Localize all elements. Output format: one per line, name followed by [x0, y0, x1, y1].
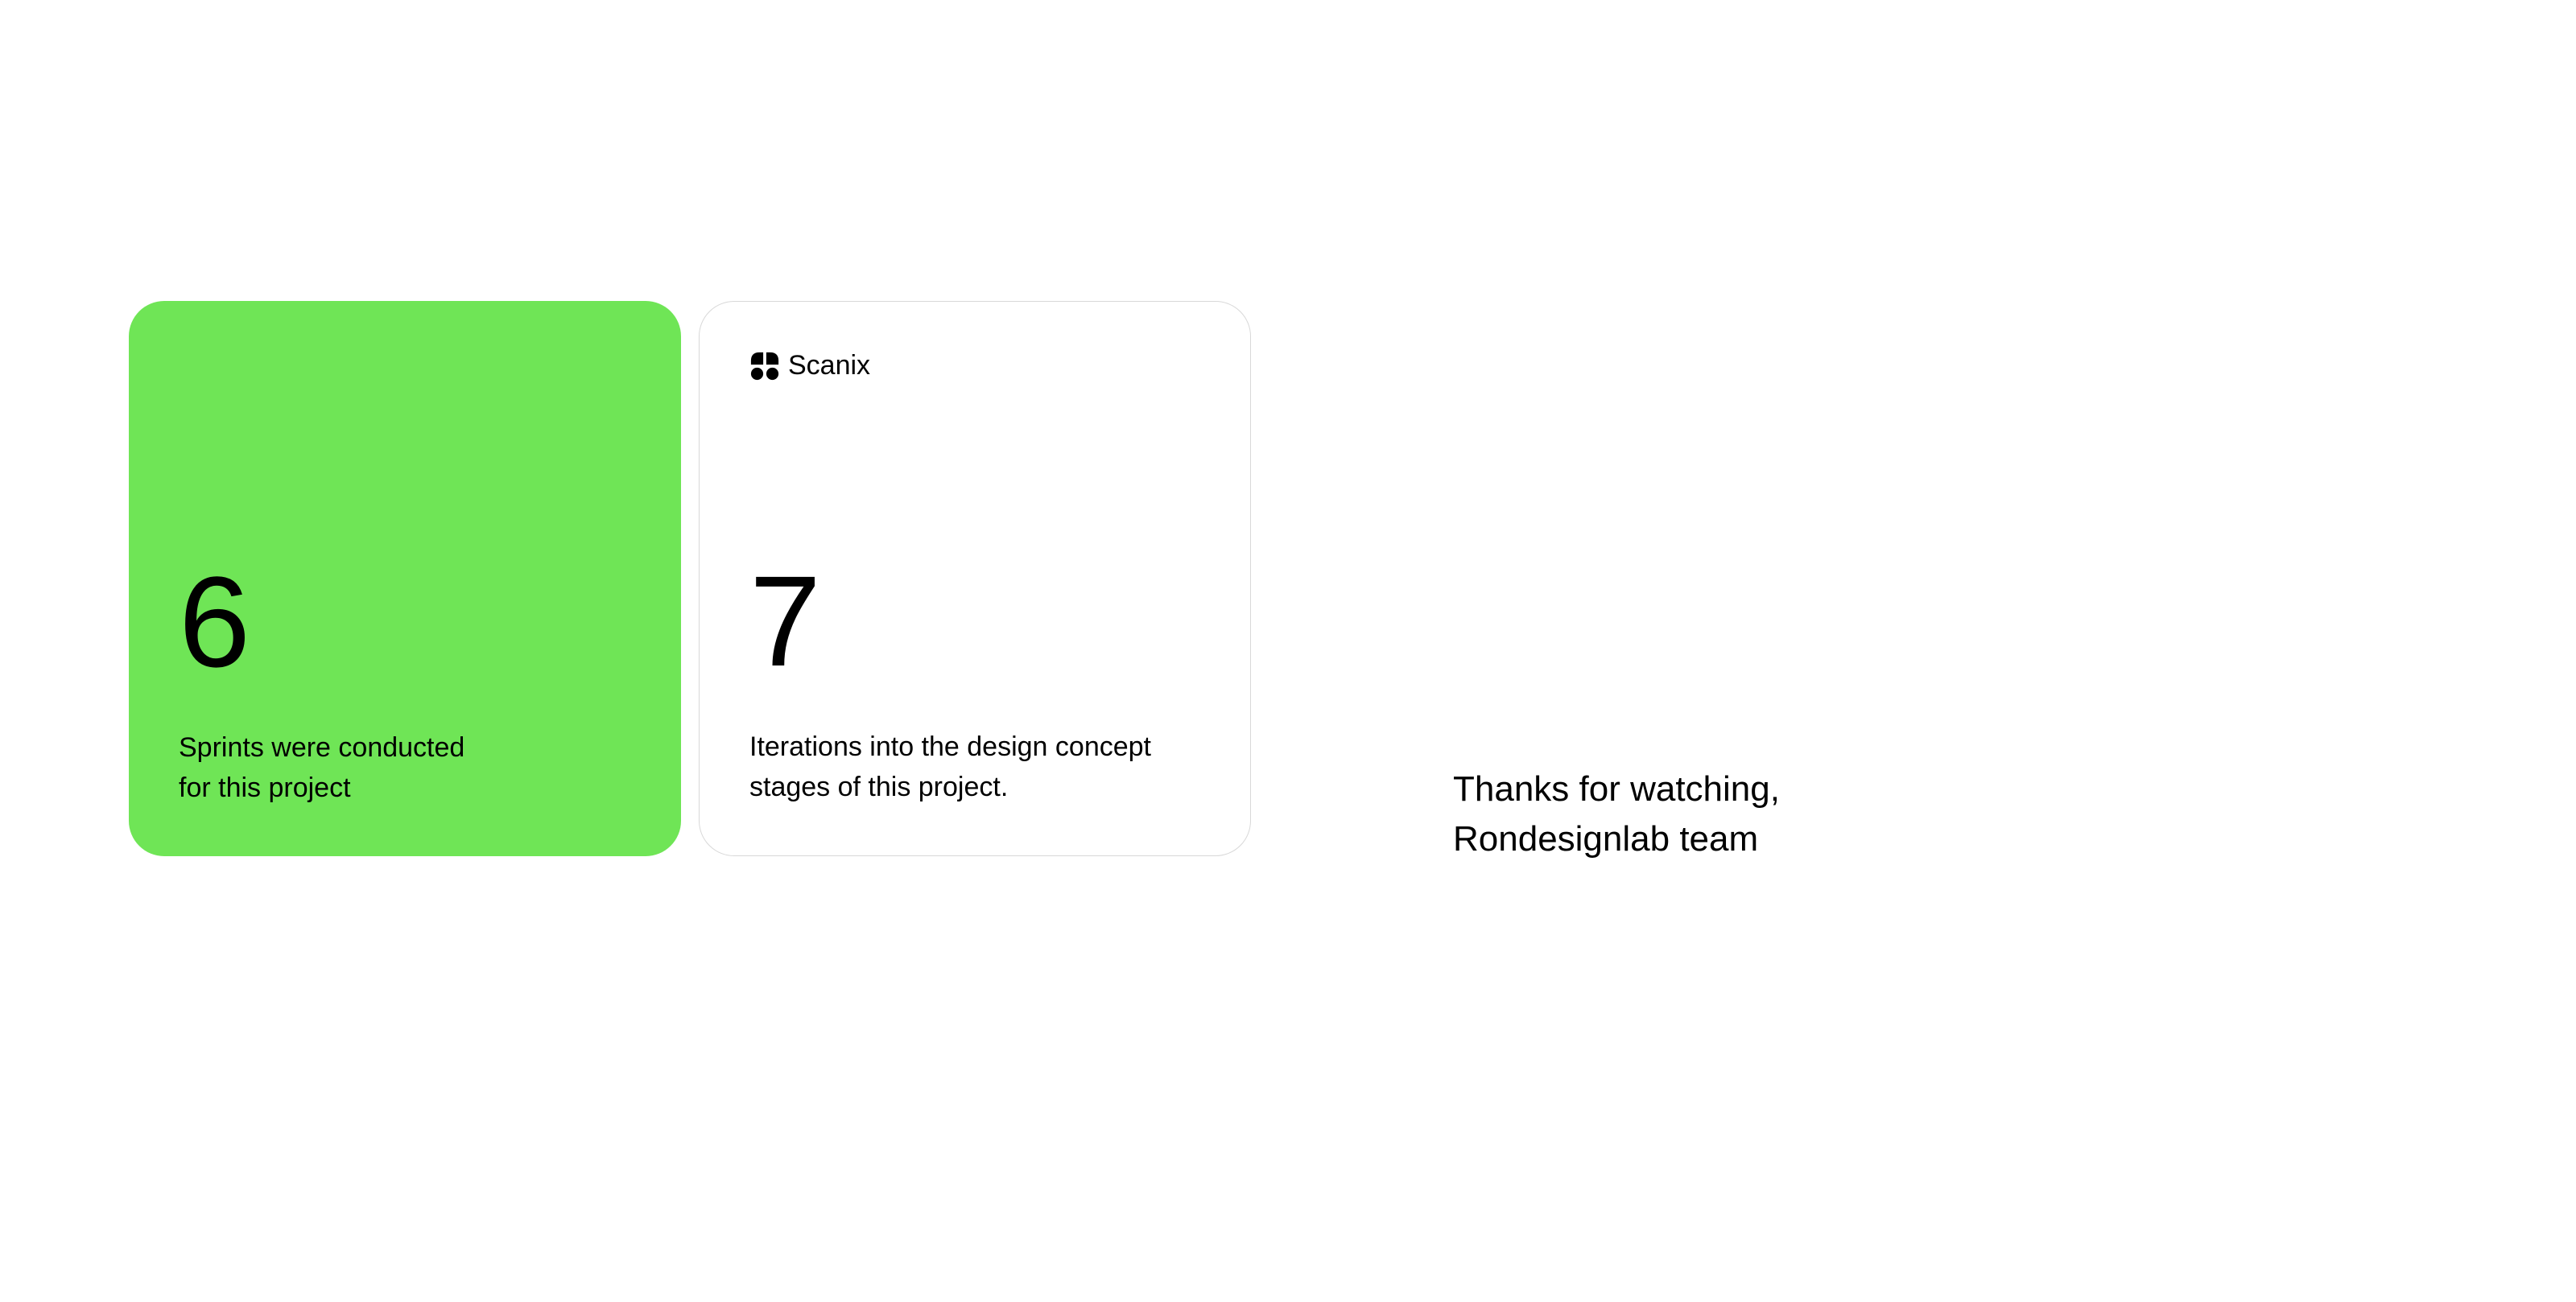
scanix-icon [749, 351, 780, 381]
stat-card-sprints: 6 Sprints were conductedfor this project [129, 301, 681, 856]
stat-description: Iterations into the design conceptstages… [749, 727, 1184, 807]
stat-number: 7 [749, 557, 1200, 686]
cards-row: 6 Sprints were conductedfor this project… [129, 301, 1251, 856]
stat-number: 6 [179, 558, 631, 686]
thanks-message: Thanks for watching,Rondesignlab team [1453, 764, 1780, 863]
scanix-brand-text: Scanix [788, 350, 870, 381]
stat-description: Sprints were conductedfor this project [179, 728, 613, 808]
stat-card-iterations: Scanix 7 Iterations into the design conc… [699, 301, 1251, 856]
cards-container: 6 Sprints were conductedfor this project… [129, 301, 1251, 856]
scanix-logo: Scanix [749, 350, 1200, 381]
